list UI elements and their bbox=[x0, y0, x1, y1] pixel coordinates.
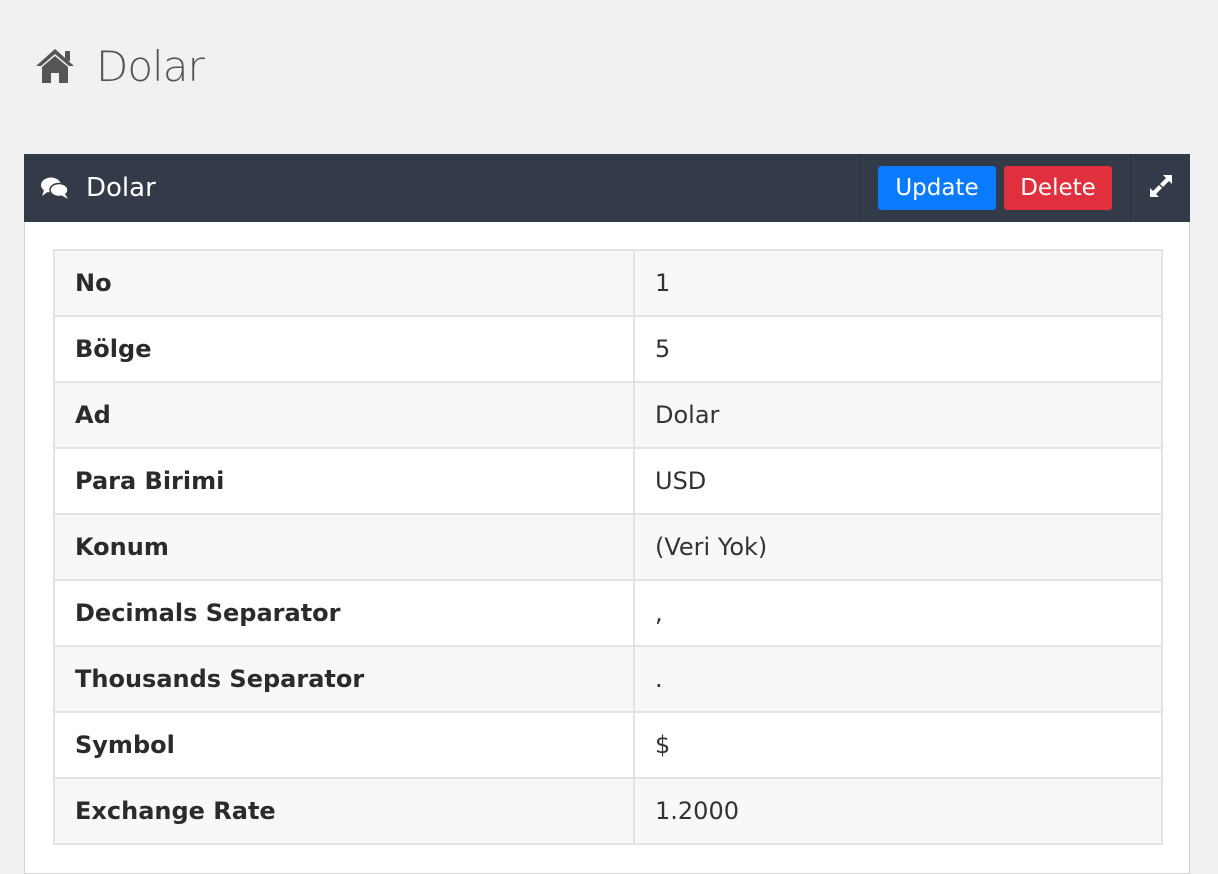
table-row: Thousands Separator . bbox=[53, 645, 1163, 713]
delete-button[interactable]: Delete bbox=[1004, 166, 1112, 210]
row-value: Dolar bbox=[633, 381, 1163, 449]
table-row: Decimals Separator , bbox=[53, 579, 1163, 647]
row-value: , bbox=[633, 579, 1163, 647]
row-label: Thousands Separator bbox=[53, 645, 635, 713]
row-label: Konum bbox=[53, 513, 635, 581]
widget-title: Dolar bbox=[86, 173, 156, 203]
row-label: Para Birimi bbox=[53, 447, 635, 515]
page-header: Dolar bbox=[34, 40, 205, 92]
expand-icon bbox=[1148, 173, 1174, 203]
row-value: 1.2000 bbox=[633, 777, 1163, 845]
table-row: Konum (Veri Yok) bbox=[53, 513, 1163, 581]
row-label: No bbox=[53, 249, 635, 317]
detail-table: No 1 Bölge 5 Ad Dolar Para Birimi USD Ko… bbox=[53, 249, 1163, 845]
row-value: . bbox=[633, 645, 1163, 713]
detail-widget: Dolar Update Delete No 1 Bölge 5 Ad Dola… bbox=[24, 154, 1190, 874]
row-value: 1 bbox=[633, 249, 1163, 317]
widget-header: Dolar Update Delete bbox=[24, 154, 1190, 222]
page-title: Dolar bbox=[96, 41, 205, 91]
row-label: Decimals Separator bbox=[53, 579, 635, 647]
row-label: Symbol bbox=[53, 711, 635, 779]
table-row: No 1 bbox=[53, 249, 1163, 317]
row-label: Bölge bbox=[53, 315, 635, 383]
row-value: USD bbox=[633, 447, 1163, 515]
fullscreen-button[interactable] bbox=[1130, 154, 1190, 222]
table-row: Bölge 5 bbox=[53, 315, 1163, 383]
widget-toolbar: Update Delete bbox=[860, 154, 1130, 222]
row-value: $ bbox=[633, 711, 1163, 779]
home-icon bbox=[34, 47, 76, 85]
comments-icon bbox=[40, 175, 70, 201]
row-label: Ad bbox=[53, 381, 635, 449]
row-value: 5 bbox=[633, 315, 1163, 383]
table-row: Symbol $ bbox=[53, 711, 1163, 779]
table-row: Ad Dolar bbox=[53, 381, 1163, 449]
table-row: Exchange Rate 1.2000 bbox=[53, 777, 1163, 845]
row-value: (Veri Yok) bbox=[633, 513, 1163, 581]
table-row: Para Birimi USD bbox=[53, 447, 1163, 515]
update-button[interactable]: Update bbox=[878, 166, 996, 210]
row-label: Exchange Rate bbox=[53, 777, 635, 845]
